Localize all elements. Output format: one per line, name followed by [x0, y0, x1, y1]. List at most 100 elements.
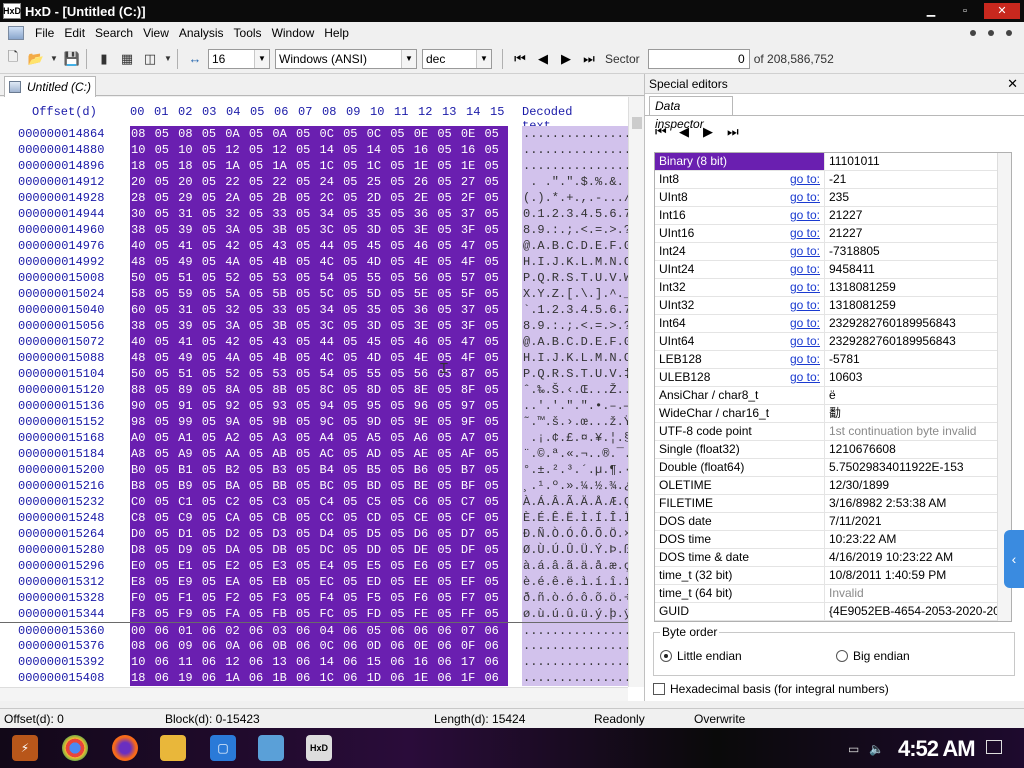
hex-byte[interactable]: 05: [202, 382, 226, 398]
hex-byte[interactable]: 35: [367, 206, 391, 222]
file-explorer-icon[interactable]: [160, 735, 186, 761]
previous-sector-icon[interactable]: ◀: [533, 49, 553, 69]
hex-byte[interactable]: 05: [343, 606, 367, 622]
decoded-text[interactable]: ¨.©.ª.«.¬.­.®.¯.: [522, 446, 628, 462]
hex-byte[interactable]: D3: [272, 526, 296, 542]
hex-byte[interactable]: 05: [202, 142, 226, 158]
hex-byte[interactable]: F1: [178, 590, 202, 606]
hex-byte[interactable]: 05: [249, 270, 273, 286]
hex-byte[interactable]: F6: [414, 590, 438, 606]
hex-byte[interactable]: 05: [249, 350, 273, 366]
inspector-row[interactable]: UInt8 go to: 235: [655, 189, 1011, 207]
hex-row[interactable]: 000000015232 C0 05 C1 05 C2 05 C3 05 C4 05 C5 05 C6 05…: [0, 494, 628, 510]
hex-byte[interactable]: 05: [296, 206, 320, 222]
hex-byte[interactable]: 4A: [225, 350, 249, 366]
hex-byte[interactable]: 05: [484, 254, 508, 270]
decoded-text[interactable]: Ð.Ñ.Ò.Ó.Ô.Õ.Ö.×.: [522, 526, 628, 542]
hex-byte[interactable]: 05: [202, 590, 226, 606]
next-sector-icon[interactable]: ▶: [556, 49, 576, 69]
hex-byte[interactable]: 05: [296, 462, 320, 478]
hex-bytes[interactable]: 20 05 20 05 22 05 22 05 24 05 25 05 26 05 27 05: [130, 174, 508, 190]
decoded-text[interactable]: @.A.B.C.D.E.F.G.: [522, 238, 628, 254]
hex-byte[interactable]: 05: [343, 526, 367, 542]
hex-byte[interactable]: 05: [249, 222, 273, 238]
hex-byte[interactable]: 05: [296, 126, 320, 142]
hex-byte[interactable]: 05: [296, 478, 320, 494]
hex-byte[interactable]: 05: [484, 270, 508, 286]
hex-byte[interactable]: 8F: [461, 382, 485, 398]
hex-byte[interactable]: 05: [296, 510, 320, 526]
hex-byte[interactable]: 06: [437, 638, 461, 654]
hex-byte[interactable]: 05: [390, 574, 414, 590]
hex-byte[interactable]: 87: [461, 366, 485, 382]
hex-byte[interactable]: DC: [320, 542, 344, 558]
hex-byte[interactable]: DF: [461, 542, 485, 558]
hex-byte[interactable]: 05: [296, 414, 320, 430]
hex-row[interactable]: 000000014880 10 05 10 05 12 05 12 05 14 05 14 05 16 05…: [0, 142, 628, 158]
hex-byte[interactable]: E4: [320, 558, 344, 574]
hex-byte[interactable]: A1: [178, 430, 202, 446]
hex-byte[interactable]: 03: [272, 623, 296, 639]
hex-byte[interactable]: 55: [367, 366, 391, 382]
hex-byte[interactable]: 18: [178, 158, 202, 174]
hex-byte[interactable]: B8: [131, 478, 155, 494]
hex-byte[interactable]: 90: [131, 398, 155, 414]
hex-byte[interactable]: 05: [343, 174, 367, 190]
hex-bytes[interactable]: 08 06 09 06 0A 06 0B 06 0C 06 0D 06 0E 06 0F 06: [130, 638, 508, 654]
hex-byte[interactable]: 20: [131, 174, 155, 190]
volume-icon[interactable]: 🔈: [869, 742, 884, 756]
hex-byte[interactable]: E8: [131, 574, 155, 590]
hex-byte[interactable]: 05: [249, 526, 273, 542]
hex-byte[interactable]: 50: [131, 366, 155, 382]
hex-byte[interactable]: 3B: [272, 222, 296, 238]
first-sector-icon[interactable]: ⏮: [510, 49, 530, 69]
inspector-row[interactable]: FILETIME 3/16/8982 2:53:38 AM: [655, 495, 1011, 513]
hex-byte[interactable]: 05: [437, 558, 461, 574]
hex-byte[interactable]: 05: [390, 190, 414, 206]
goto-link[interactable]: go to:: [790, 171, 820, 188]
hex-byte[interactable]: 05: [202, 238, 226, 254]
inspector-row[interactable]: Binary (8 bit) 11101011: [655, 153, 1011, 171]
hex-row[interactable]: 000000015008 50 05 51 05 52 05 53 05 54 05 55 05 56 05…: [0, 270, 628, 286]
hex-byte[interactable]: 05: [484, 174, 508, 190]
hex-byte[interactable]: 05: [296, 430, 320, 446]
hex-bytes[interactable]: 28 05 29 05 2A 05 2B 05 2C 05 2D 05 2E 05 2F 05: [130, 190, 508, 206]
hex-byte[interactable]: 16: [414, 142, 438, 158]
hex-byte[interactable]: 8B: [272, 382, 296, 398]
hex-byte[interactable]: 51: [178, 270, 202, 286]
decoded-text[interactable]: ø.ù.ú.û.ü.ý.þ.ÿ.: [522, 606, 628, 622]
hex-byte[interactable]: E1: [178, 558, 202, 574]
store-icon[interactable]: ▢: [210, 735, 236, 761]
hex-byte[interactable]: 05: [390, 222, 414, 238]
hex-byte[interactable]: 05: [249, 254, 273, 270]
hex-byte[interactable]: 33: [272, 302, 296, 318]
hex-byte[interactable]: 05: [390, 510, 414, 526]
hex-byte[interactable]: 4D: [367, 254, 391, 270]
inspector-row[interactable]: Int24 go to: -7318805: [655, 243, 1011, 261]
hex-byte[interactable]: 06: [202, 638, 226, 654]
hex-byte[interactable]: 05: [484, 558, 508, 574]
hex-bytes[interactable]: 48 05 49 05 4A 05 4B 05 4C 05 4D 05 4E 05 4F 05: [130, 254, 508, 270]
hex-byte[interactable]: 05: [484, 510, 508, 526]
hex-byte[interactable]: 05: [202, 302, 226, 318]
goto-link[interactable]: go to:: [790, 207, 820, 224]
hex-byte[interactable]: 0A: [225, 126, 249, 142]
hex-byte[interactable]: 97: [461, 398, 485, 414]
hex-byte[interactable]: 05: [202, 222, 226, 238]
hex-byte[interactable]: 9F: [461, 414, 485, 430]
hex-byte[interactable]: 19: [178, 670, 202, 686]
hex-byte[interactable]: AB: [272, 446, 296, 462]
hex-byte[interactable]: 05: [343, 478, 367, 494]
hex-byte[interactable]: D4: [320, 526, 344, 542]
hex-byte[interactable]: 05: [343, 158, 367, 174]
hex-byte[interactable]: CD: [367, 510, 391, 526]
mdi-close-icon[interactable]: [1006, 30, 1012, 36]
hex-byte[interactable]: FC: [320, 606, 344, 622]
decoded-text[interactable]: Ø.Ù.Ú.Û.Ü.Ý.Þ.ß.: [522, 542, 628, 558]
inspector-value[interactable]: 12/30/1899: [825, 477, 1011, 494]
hex-byte[interactable]: 05: [202, 270, 226, 286]
hex-byte[interactable]: 53: [272, 366, 296, 382]
hex-bytes[interactable]: B8 05 B9 05 BA 05 BB 05 BC 05 BD 05 BE 05 BF 05: [130, 478, 508, 494]
hex-byte[interactable]: 06: [484, 638, 508, 654]
inspector-value[interactable]: -21: [825, 171, 1011, 188]
